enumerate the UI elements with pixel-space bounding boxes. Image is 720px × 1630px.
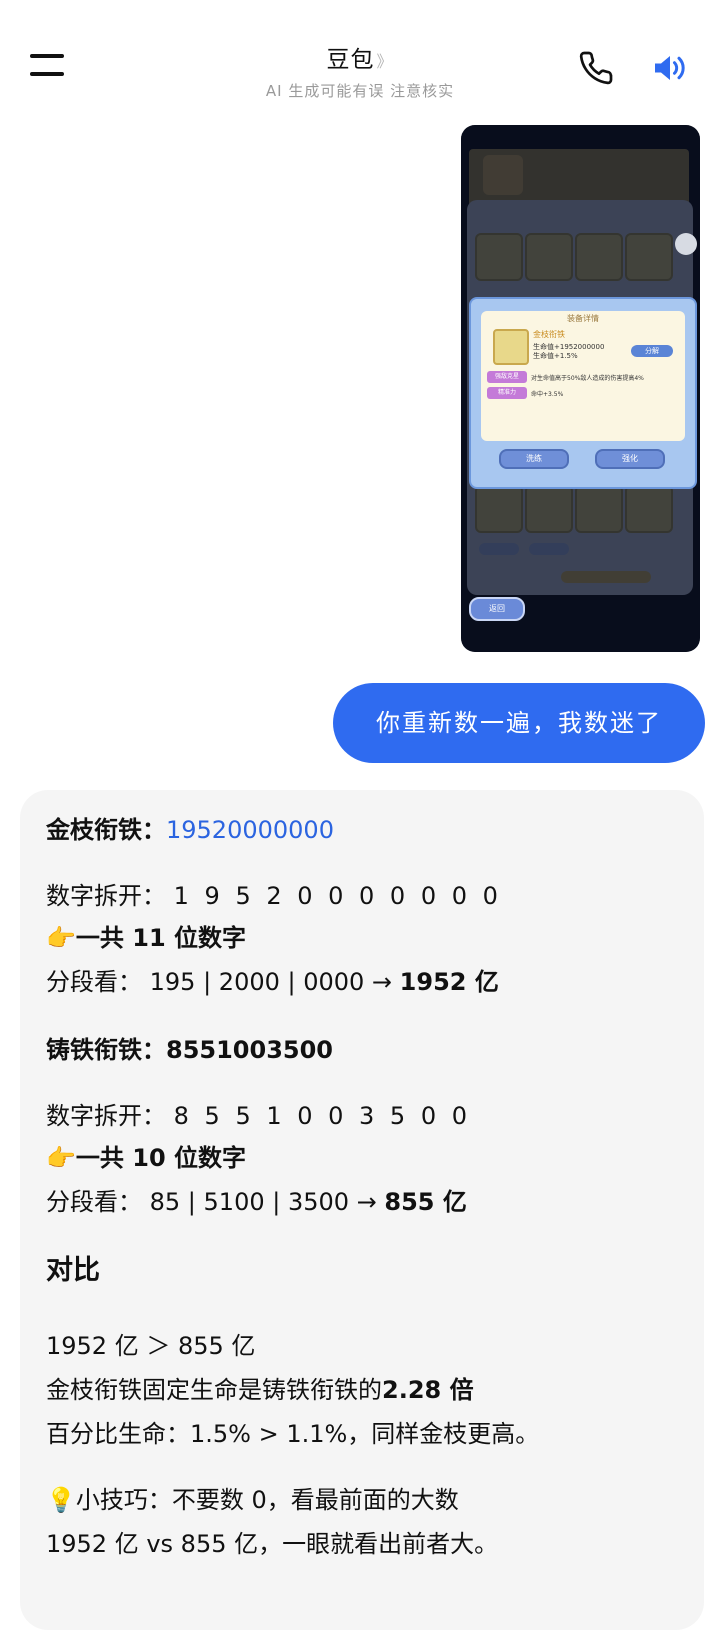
compare-line: 百分比生命：1.5% > 1.1%，同样金枝更高。 <box>46 1420 540 1448</box>
tip-line: 💡小技巧：不要数 0，看最前面的大数 <box>46 1480 459 1515</box>
segment-result: 1952 亿 <box>399 968 499 996</box>
chat-title[interactable]: 豆包》 <box>200 40 520 74</box>
compare-heading: 对比 <box>46 1255 100 1286</box>
chevron-right-icon: 》 <box>376 52 394 71</box>
phone-icon[interactable] <box>578 50 614 86</box>
count-text: 一共 10 位数字 <box>75 1144 246 1172</box>
segment-value: 195 | 2000 | 0000 → <box>149 968 393 996</box>
equipment-item-icon <box>493 329 529 365</box>
segment-value: 85 | 5100 | 3500 → <box>149 1188 377 1216</box>
item1-heading: 金枝衔铁：19520000000 <box>46 810 334 845</box>
pointing-hand-icon: 👉 <box>46 1144 76 1172</box>
ai-disclaimer: AI 生成可能有误 注意核实 <box>265 82 455 100</box>
dismantle-button: 分解 <box>631 345 673 357</box>
equipment-name: 金枝衔铁 <box>533 330 565 339</box>
tip-text: 小技巧：不要数 0，看最前面的大数 <box>75 1486 459 1514</box>
compare-ratio: 2.28 倍 <box>382 1376 474 1404</box>
item2-heading: 铸铁衔铁：8551003500 <box>46 1036 333 1064</box>
lightbulb-icon: 💡 <box>46 1486 76 1514</box>
digits-value: 8 5 5 1 0 0 3 5 0 0 <box>173 1102 471 1130</box>
item1-digits: 数字拆开： 1 9 5 2 0 0 0 0 0 0 0 <box>46 876 502 911</box>
menu-icon[interactable] <box>30 52 68 78</box>
chat-bubble-icon <box>675 233 697 255</box>
item2-count: 👉一共 10 位数字 <box>46 1138 246 1173</box>
attached-screenshot[interactable]: 装备详情 金枝衔铁 生命值+1952000000 生命值+1.5% 分解 强敌克… <box>461 125 700 652</box>
title-text: 豆包 <box>326 47 375 73</box>
compare-line: 1952 亿 ＞ 855 亿 <box>46 1332 256 1360</box>
item2-segment: 分段看： 85 | 5100 | 3500 → 855 亿 <box>46 1182 467 1217</box>
item1-label: 金枝衔铁： <box>46 816 166 844</box>
pointing-hand-icon: 👉 <box>46 924 76 952</box>
item1-value-link[interactable]: 19520000000 <box>166 816 334 844</box>
affix-tag: 精准力 <box>487 387 527 399</box>
item2-digits: 数字拆开： 8 5 5 1 0 0 3 5 0 0 <box>46 1096 471 1131</box>
segment-label: 分段看： <box>46 1188 142 1216</box>
wash-button: 洗练 <box>499 449 569 469</box>
equipment-detail-body: 装备详情 金枝衔铁 生命值+1952000000 生命值+1.5% 分解 强敌克… <box>481 311 685 441</box>
compare-line: 金枝衔铁固定生命是铸铁衔铁的2.28 倍 <box>46 1370 474 1405</box>
chat-title-area[interactable]: 豆包》 AI 生成可能有误 注意核实 <box>200 40 520 101</box>
compare-text: 金枝衔铁固定生命是铸铁衔铁的 <box>46 1376 382 1404</box>
segment-result: 855 亿 <box>384 1188 467 1216</box>
item1-count: 👉一共 11 位数字 <box>46 918 246 953</box>
affix-effect: 对生命值高于50%敌人造成的伤害提高4% <box>531 375 644 382</box>
assistant-message-card[interactable]: 金枝衔铁：19520000000 数字拆开： 1 9 5 2 0 0 0 0 0… <box>20 790 704 1630</box>
top-bar: 豆包》 AI 生成可能有误 注意核实 <box>0 0 720 118</box>
dialog-title: 装备详情 <box>567 314 599 323</box>
game-back-button: 返回 <box>469 597 525 621</box>
digits-value: 1 9 5 2 0 0 0 0 0 0 0 <box>173 882 502 910</box>
equipment-detail-dialog: 装备详情 金枝衔铁 生命值+1952000000 生命值+1.5% 分解 强敌克… <box>469 297 697 489</box>
segment-label: 分段看： <box>46 968 142 996</box>
item1-segment: 分段看： 195 | 2000 | 0000 → 1952 亿 <box>46 962 499 997</box>
user-message-bubble[interactable]: 你重新数一遍，我数迷了 <box>333 683 705 763</box>
strengthen-button: 强化 <box>595 449 665 469</box>
count-text: 一共 11 位数字 <box>75 924 246 952</box>
equipment-stat: 生命值+1.5% <box>533 352 578 360</box>
affix-effect: 命中+3.5% <box>531 391 564 398</box>
digits-label: 数字拆开： <box>46 882 166 910</box>
speaker-icon[interactable] <box>650 50 690 86</box>
tip-line: 1952 亿 vs 855 亿，一眼就看出前者大。 <box>46 1530 499 1558</box>
affix-tag: 强敌克星 <box>487 371 527 383</box>
digits-label: 数字拆开： <box>46 1102 166 1130</box>
